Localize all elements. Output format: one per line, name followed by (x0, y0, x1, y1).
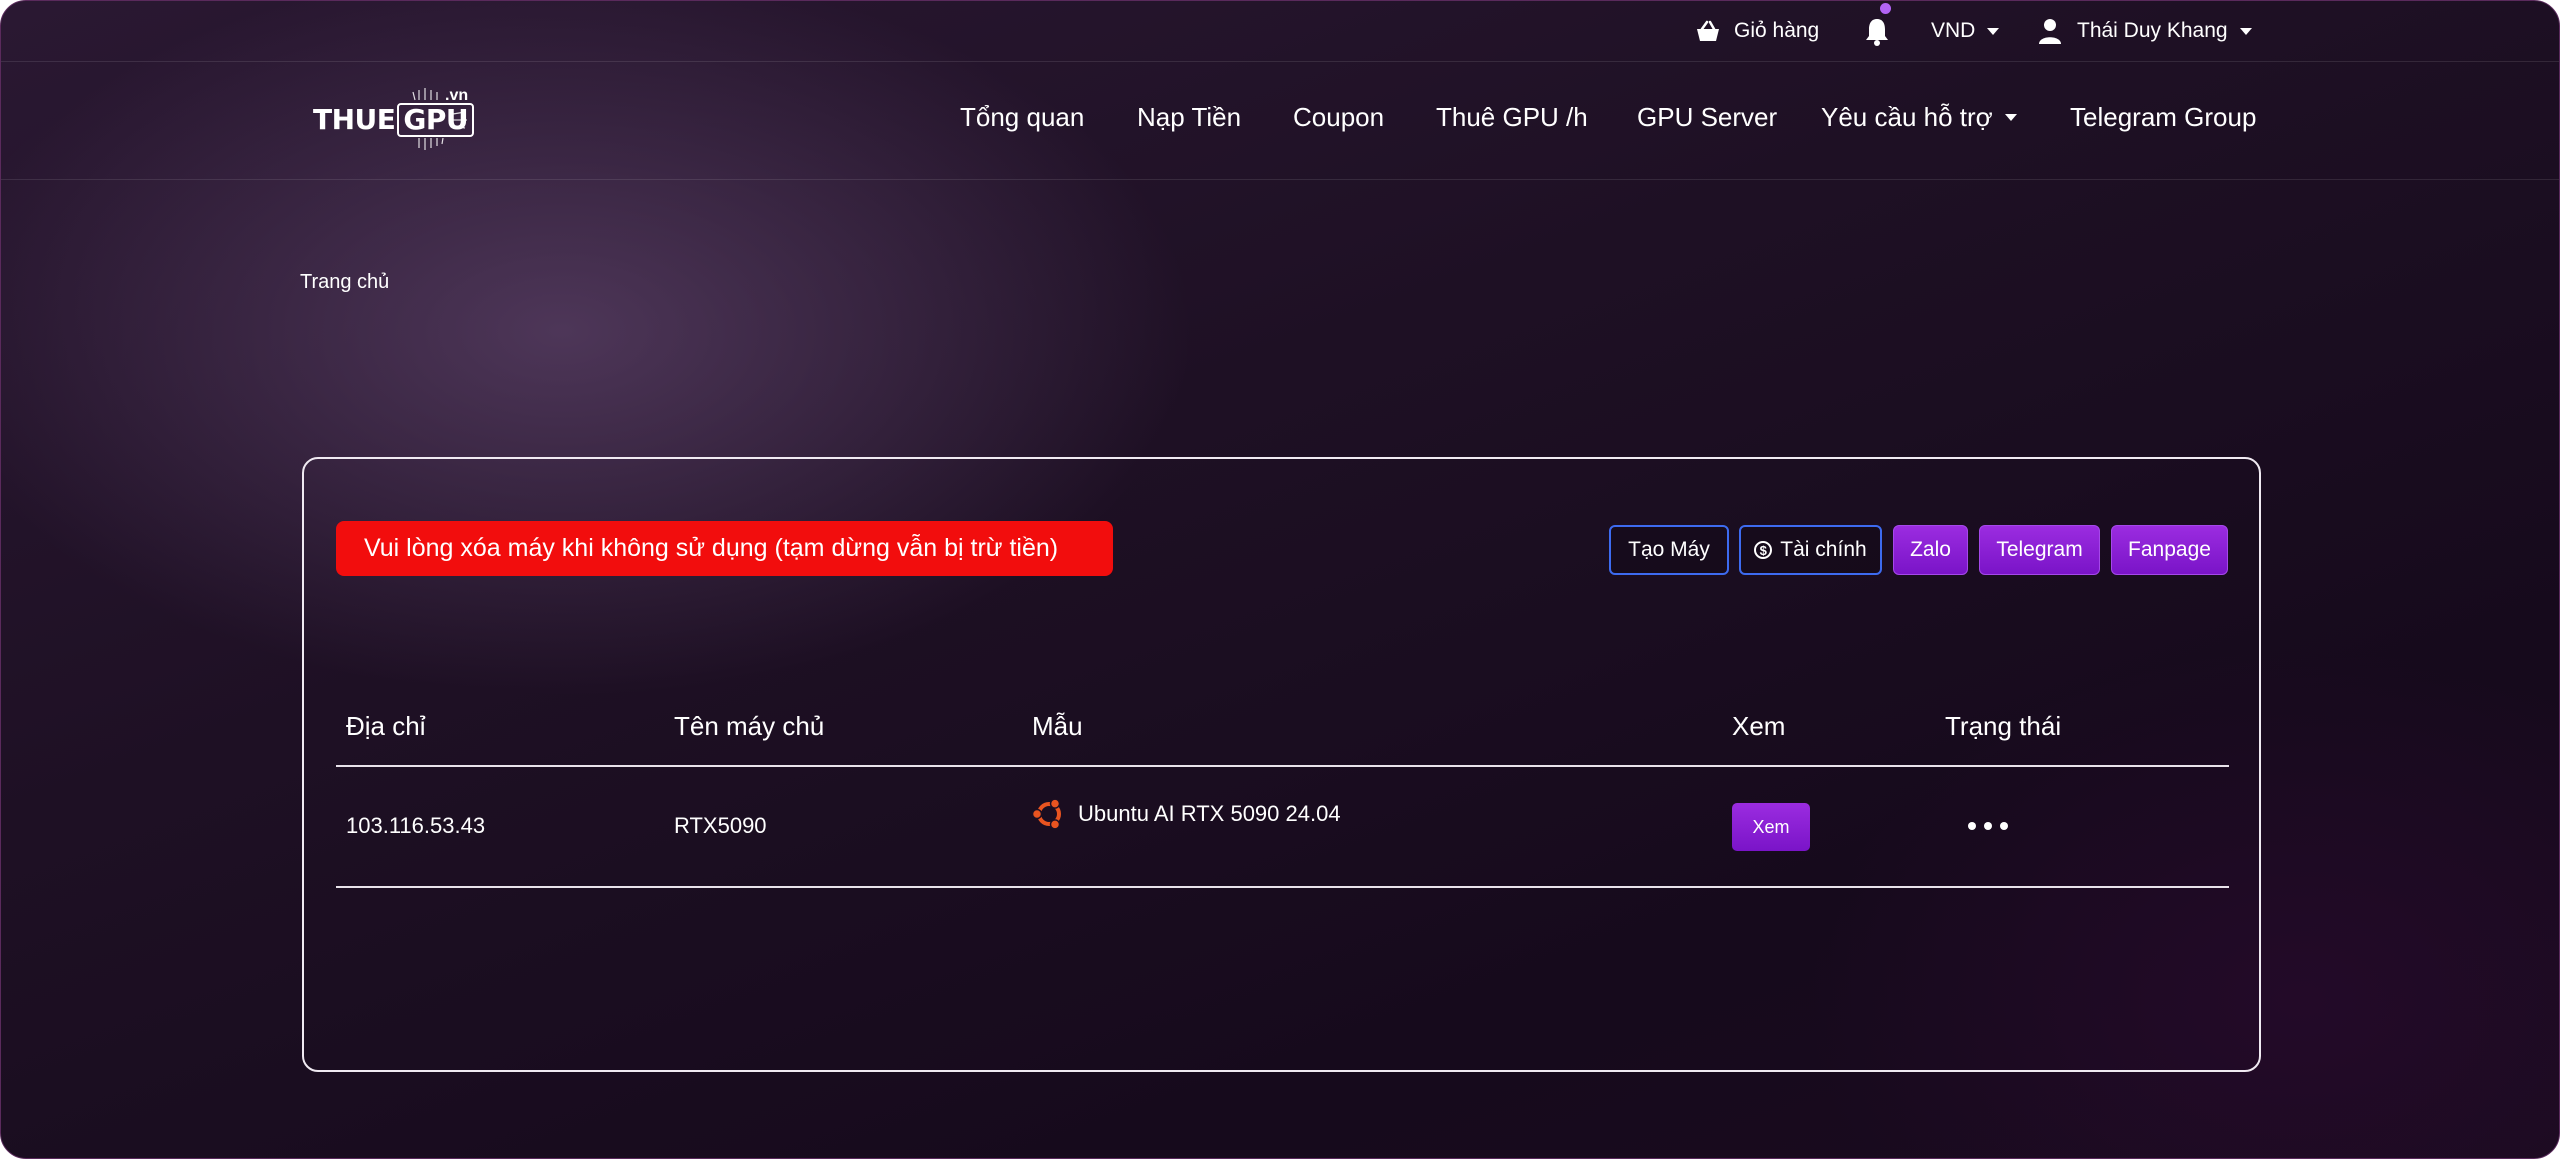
cell-template-label: Ubuntu AI RTX 5090 24.04 (1078, 801, 1341, 826)
zalo-button[interactable]: Zalo (1893, 525, 1968, 575)
table-header-divider (336, 765, 2229, 767)
logo-wordmark: THUE GPU (313, 103, 475, 137)
user-menu[interactable]: Thái Duy Khang (2037, 15, 2252, 47)
cart-label: Giỏ hàng (1734, 19, 1820, 42)
cart-link[interactable]: Giỏ hàng (1694, 15, 1819, 47)
table-row-divider (336, 886, 2229, 888)
user-icon (2039, 19, 2061, 44)
notification-badge (1880, 3, 1891, 14)
create-machine-button[interactable]: Tạo Máy (1609, 525, 1729, 575)
more-dots-icon[interactable] (1968, 816, 2008, 836)
logo-text-main: THUE (313, 103, 396, 136)
nav-coupon[interactable]: Coupon (1293, 102, 1384, 133)
nav-gpu-server[interactable]: GPU Server (1637, 102, 1777, 133)
finance-button[interactable]: $ Tài chính (1739, 525, 1882, 575)
app-window: Giỏ hàng VND Thái Duy Khang THUE GPU .vn… (0, 0, 2560, 1159)
chevron-down-icon (1987, 27, 2000, 35)
logo-text-boxed: GPU (397, 103, 475, 137)
warning-alert: Vui lòng xóa máy khi không sử dụng (tạm … (336, 521, 1113, 576)
nav-support-label: Yêu cầu hỗ trợ (1821, 102, 1993, 132)
nav-rent-gpu[interactable]: Thuê GPU /h (1436, 102, 1588, 133)
user-name: Thái Duy Khang (2077, 19, 2228, 42)
cell-hostname: RTX5090 (674, 813, 767, 838)
chevron-down-icon (2239, 27, 2252, 35)
logo-suffix: .vn (445, 87, 469, 104)
breadcrumb-home[interactable]: Trang chủ (300, 271, 389, 293)
top-utility-bar: Giỏ hàng VND Thái Duy Khang (1, 1, 2559, 62)
nav-support-dropdown[interactable]: Yêu cầu hỗ trợ (1821, 102, 2017, 133)
main-navbar: THUE GPU .vn Tổng quan Nạp Tiền Coupon Th… (1, 62, 2559, 180)
telegram-button[interactable]: Telegram (1979, 525, 2100, 575)
machines-card: Vui lòng xóa máy khi không sử dụng (tạm … (302, 457, 2261, 1072)
column-header-view: Xem (1732, 711, 1786, 741)
cell-template: Ubuntu AI RTX 5090 24.04 (1032, 797, 1341, 831)
column-header-status: Trạng thái (1945, 711, 2062, 741)
finance-button-label: Tài chính (1780, 538, 1867, 561)
fanpage-button[interactable]: Fanpage (2111, 525, 2228, 575)
nav-deposit[interactable]: Nạp Tiền (1137, 102, 1241, 133)
ubuntu-icon (1032, 798, 1061, 830)
notifications-button[interactable] (1863, 15, 1891, 47)
column-header-template: Mẫu (1032, 711, 1083, 741)
view-button[interactable]: Xem (1732, 803, 1810, 851)
column-header-hostname: Tên máy chủ (674, 711, 825, 741)
dollar-circle-icon: $ (1754, 541, 1773, 559)
column-header-address: Địa chỉ (346, 711, 426, 741)
basket-icon (1697, 20, 1719, 41)
chevron-down-icon (2004, 114, 2017, 121)
currency-label: VND (1931, 19, 1976, 42)
cell-address: 103.116.53.43 (346, 813, 486, 838)
logo[interactable]: THUE GPU .vn (309, 84, 489, 154)
currency-dropdown[interactable]: VND (1931, 15, 2000, 47)
nav-overview[interactable]: Tổng quan (960, 102, 1084, 133)
nav-telegram-group[interactable]: Telegram Group (2070, 102, 2256, 133)
bell-icon (1866, 19, 1888, 46)
breadcrumb: Trang chủ (300, 271, 389, 294)
